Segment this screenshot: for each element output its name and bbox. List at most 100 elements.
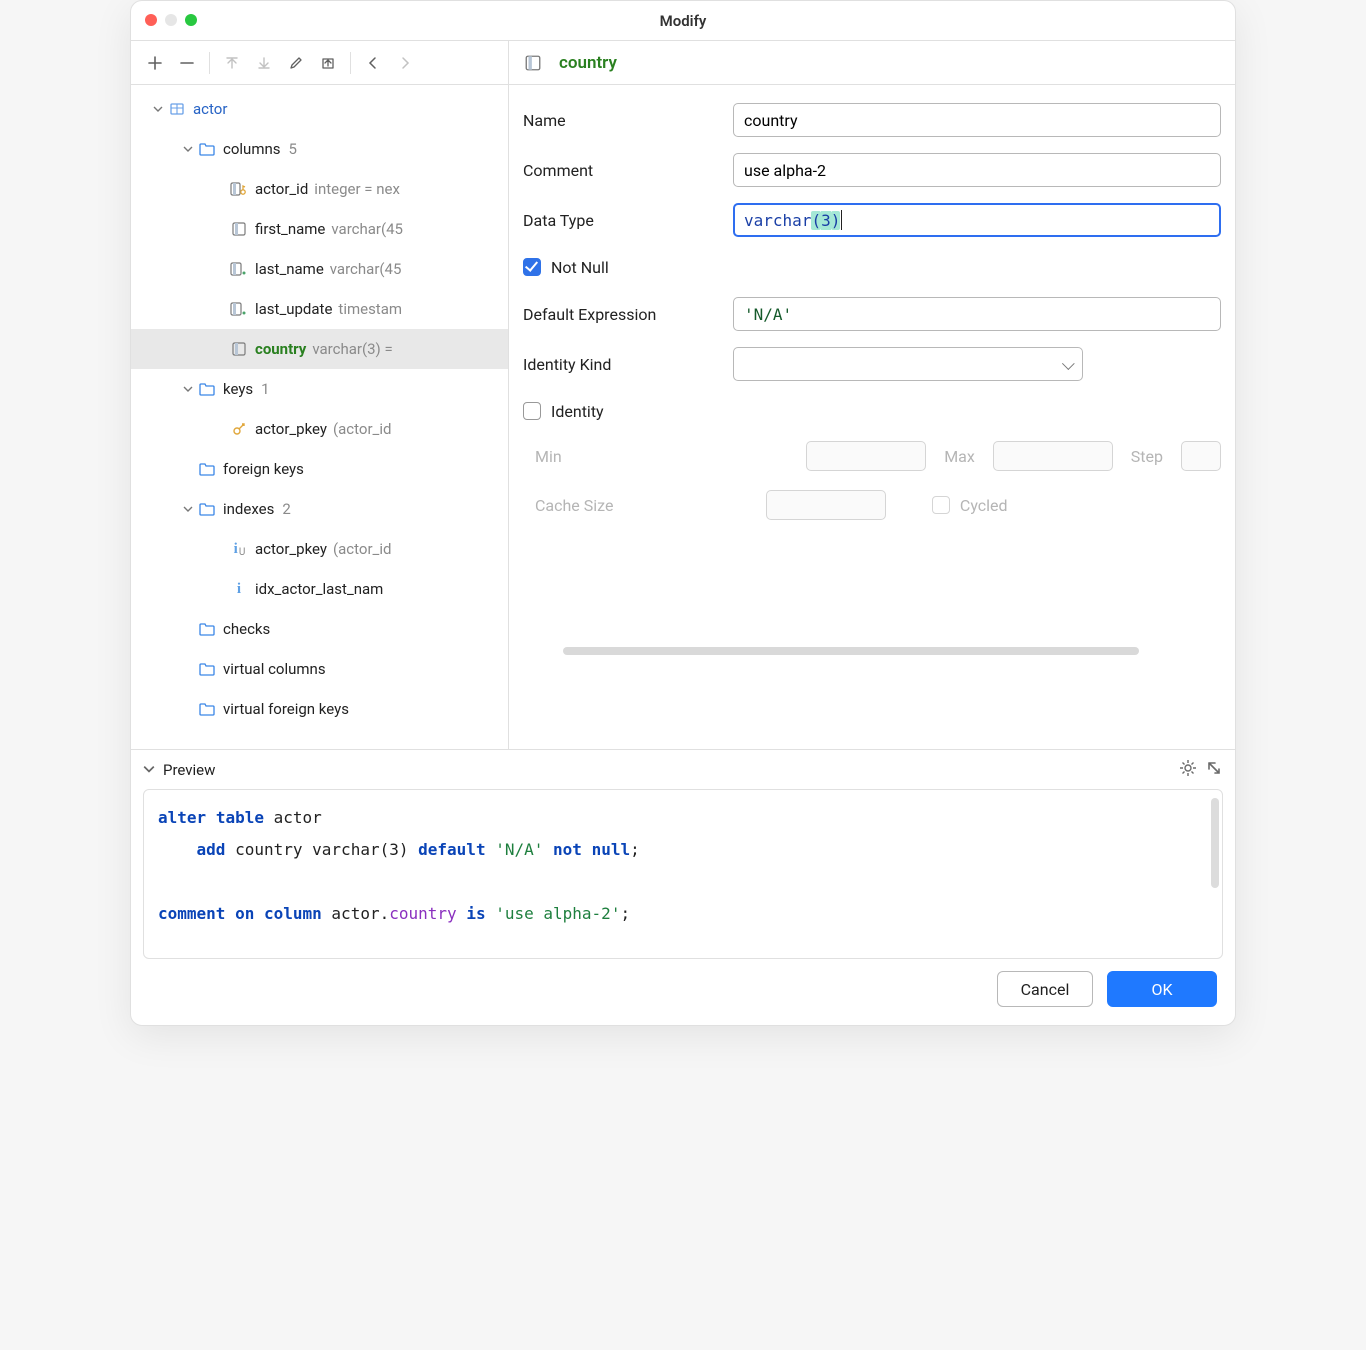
identity-kind-select[interactable] [733,347,1083,381]
comment-input[interactable] [733,153,1221,187]
toolbar-separator [350,52,351,74]
tree-node-key[interactable]: actor_pkey (actor_id [131,409,508,449]
indexed-column-icon [229,299,249,319]
modify-dialog: Modify [130,0,1236,1026]
tree-node-column-selected[interactable]: country varchar(3) = [131,329,508,369]
sql-preview[interactable]: alter table actor add country varchar(3)… [143,789,1223,959]
step-input [1181,441,1221,471]
titlebar: Modify [131,1,1235,41]
preview-header[interactable]: Preview [131,749,1235,789]
tree-label: virtual foreign keys [223,700,349,718]
tree-label: first_name [255,220,325,238]
index-icon: i [229,579,249,599]
tree-label: indexes [223,500,274,518]
tree-node-index[interactable]: i idx_actor_last_nam [131,569,508,609]
tree-meta: varchar(3) = [312,340,392,358]
tree-label: idx_actor_last_nam [255,580,383,598]
tree-count: 1 [261,380,269,398]
key-icon [229,419,249,439]
tree-node-columns[interactable]: columns 5 [131,129,508,169]
not-null-checkbox[interactable] [523,258,541,276]
min-label: Min [535,447,562,466]
tree-node-checks[interactable]: checks [131,609,508,649]
cycled-label: Cycled [960,496,1008,515]
window-title: Modify [131,1,1235,41]
move-down-button[interactable] [250,49,278,77]
indexed-column-icon [229,259,249,279]
folder-icon [197,619,217,639]
max-label: Max [944,447,975,466]
move-up-button[interactable] [218,49,246,77]
name-label: Name [523,111,733,130]
cache-size-label: Cache Size [535,496,613,515]
default-expression-input[interactable] [733,297,1221,331]
tree-meta: integer = nex [314,180,400,198]
nav-forward-button[interactable] [391,49,419,77]
folder-icon [197,459,217,479]
ok-button[interactable]: OK [1107,971,1217,1007]
tree-node-keys[interactable]: keys 1 [131,369,508,409]
folder-icon [197,699,217,719]
identity-checkbox[interactable] [523,402,541,420]
open-external-icon[interactable] [1205,759,1223,781]
chevron-down-icon [179,384,197,394]
structure-panel: actor columns 5 actor_id integer = nex [131,41,509,749]
tree-node-virtual-foreign-keys[interactable]: virtual foreign keys [131,689,508,729]
cancel-button[interactable]: Cancel [997,971,1093,1007]
tree-node-column[interactable]: actor_id integer = nex [131,169,508,209]
editor-title: country [559,53,617,73]
chevron-down-icon [143,761,155,779]
data-type-label: Data Type [523,211,733,230]
tree-meta: (actor_id [333,540,391,558]
add-button[interactable] [141,49,169,77]
tree-node-column[interactable]: first_name varchar(45 [131,209,508,249]
horizontal-scrollbar[interactable] [521,647,1223,657]
tree-label: country [255,340,306,358]
identity-kind-label: Identity Kind [523,355,733,374]
tree-label: keys [223,380,253,398]
edit-button[interactable] [282,49,310,77]
vertical-scrollbar[interactable] [1211,798,1219,888]
tree-meta: varchar(45 [331,220,403,238]
min-input [806,441,926,471]
remove-button[interactable] [173,49,201,77]
tree-node-table[interactable]: actor [131,89,508,129]
tree-label: virtual columns [223,660,326,678]
unique-index-icon: iU [229,539,249,559]
structure-toolbar [131,41,508,85]
tree-label: actor_id [255,180,308,198]
tree-count: 5 [289,140,297,158]
gear-icon[interactable] [1179,759,1197,781]
minimize-window-button[interactable] [165,14,177,26]
folder-icon [197,139,217,159]
default-expression-label: Default Expression [523,305,733,324]
data-type-input[interactable] [733,203,1221,237]
tree-node-indexes[interactable]: indexes 2 [131,489,508,529]
close-window-button[interactable] [145,14,157,26]
tree-label: foreign keys [223,460,304,478]
tree-node-index[interactable]: iU actor_pkey (actor_id [131,529,508,569]
structure-tree[interactable]: actor columns 5 actor_id integer = nex [131,85,508,749]
tree-node-column[interactable]: last_name varchar(45 [131,249,508,289]
identity-label: Identity [551,402,604,421]
chevron-down-icon [149,104,167,114]
tree-node-column[interactable]: last_update timestam [131,289,508,329]
step-label: Step [1131,447,1163,466]
traffic-lights [145,14,197,26]
table-icon [167,99,187,119]
cycled-checkbox [932,496,950,514]
column-icon [523,53,543,73]
tree-node-foreign-keys[interactable]: foreign keys [131,449,508,489]
name-input[interactable] [733,103,1221,137]
tree-node-virtual-columns[interactable]: virtual columns [131,649,508,689]
zoom-window-button[interactable] [185,14,197,26]
nav-back-button[interactable] [359,49,387,77]
column-icon [229,339,249,359]
column-icon [229,219,249,239]
chevron-down-icon [179,144,197,154]
tree-label: last_name [255,260,324,278]
folder-icon [197,659,217,679]
export-button[interactable] [314,49,342,77]
tree-count: 2 [282,500,290,518]
pk-column-icon [229,179,249,199]
